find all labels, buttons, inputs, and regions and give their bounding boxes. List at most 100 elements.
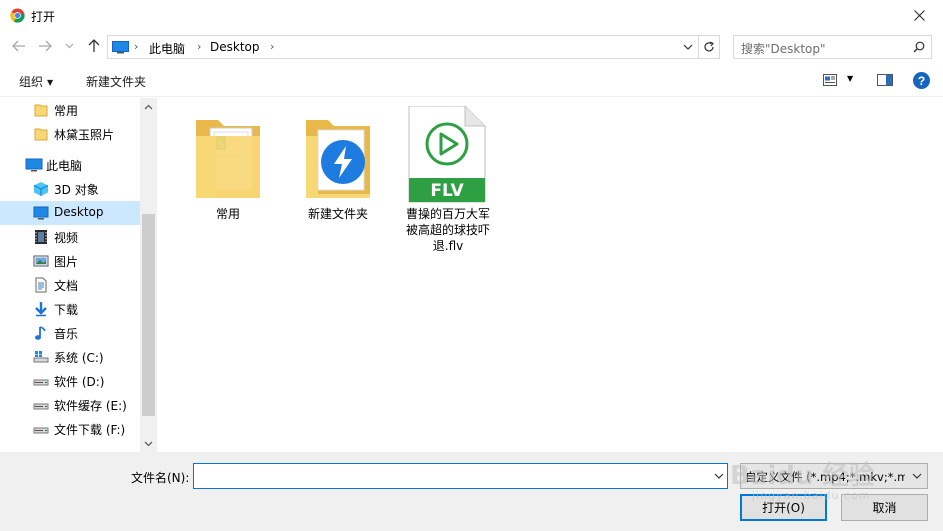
arrow-left-icon xyxy=(12,40,25,52)
navigation-pane: 文件下载 (F:) 软件缓存 (E:) 软件 (D:) 系统 (C:) 音乐 下载 文档 图片… xyxy=(0,98,157,452)
documents-icon xyxy=(33,277,49,293)
desktop-icon xyxy=(33,205,49,221)
view-options-caret-icon[interactable]: ▼ xyxy=(847,74,853,83)
sidebar-item[interactable]: 图片 xyxy=(0,249,140,273)
sidebar-item-label: 3D 对象 xyxy=(54,183,99,197)
chevron-down-icon[interactable] xyxy=(714,469,724,483)
sidebar-item[interactable]: 软件 (D:) xyxy=(0,369,140,393)
window-title: 打开 xyxy=(31,10,56,24)
filename-label: 文件名(N): xyxy=(131,471,190,485)
organize-label: 组织 xyxy=(19,75,44,89)
sidebar-item-label: 软件缓存 (E:) xyxy=(54,399,127,413)
chevron-up-icon xyxy=(144,104,153,109)
cancel-button[interactable]: 取消 xyxy=(841,494,928,521)
drive-icon xyxy=(33,397,49,413)
drive-icon xyxy=(33,373,49,389)
file-name-line-2: 被高超的球技吓 xyxy=(405,223,490,237)
breadcrumb-separator: › xyxy=(197,40,202,53)
view-mode-icon[interactable] xyxy=(823,74,837,86)
folder-with-app-icon xyxy=(306,120,370,198)
file-item-folder[interactable]: 新建文件夹 xyxy=(288,106,388,222)
sidebar-item-label: 常用 xyxy=(54,104,79,118)
sidebar-item-label: 文件下载 (F:) xyxy=(54,423,126,437)
close-icon xyxy=(913,9,925,21)
up-button[interactable] xyxy=(85,37,103,55)
sidebar-item-label: 音乐 xyxy=(54,327,79,341)
help-button[interactable]: ? xyxy=(913,72,930,89)
sidebar-item[interactable]: 文件下载 (F:) xyxy=(0,417,140,441)
recent-locations-button[interactable] xyxy=(62,37,76,55)
sidebar-item-label: 林黛玉照片 xyxy=(54,128,115,142)
command-bar: 组织 ▼ 新建文件夹 ▼ ? xyxy=(0,64,943,97)
sidebar-item[interactable]: 视频 xyxy=(0,225,140,249)
close-button[interactable] xyxy=(900,4,938,26)
sidebar-item[interactable]: 软件缓存 (E:) xyxy=(0,393,140,417)
sidebar-item-label: 视频 xyxy=(54,231,79,245)
scroll-thumb[interactable] xyxy=(142,214,155,416)
filetype-select[interactable]: 自定义文件 (*.mp4;*.mkv;*.mkv xyxy=(740,463,928,489)
search-icon xyxy=(913,41,925,53)
scroll-down-button[interactable] xyxy=(140,435,157,452)
open-button[interactable]: 打开(O) xyxy=(740,494,827,521)
refresh-button[interactable] xyxy=(699,35,720,59)
file-item-folder[interactable]: S 常用 xyxy=(178,106,278,222)
sidebar-item[interactable]: Desktop xyxy=(0,201,140,225)
breadcrumb-separator: › xyxy=(270,40,275,53)
music-icon xyxy=(33,325,49,341)
file-name: 常用 xyxy=(215,207,240,221)
sidebar-item-label: 文档 xyxy=(54,279,79,293)
title-bar: 打开 xyxy=(0,0,943,31)
new-folder-button[interactable]: 新建文件夹 xyxy=(86,73,146,90)
arrow-right-icon xyxy=(39,40,52,52)
sidebar-item[interactable]: 下载 xyxy=(0,297,140,321)
breadcrumb-desktop[interactable]: Desktop xyxy=(210,40,260,54)
sidebar-item[interactable]: 3D 对象 xyxy=(0,177,140,201)
computer-icon xyxy=(25,157,43,173)
arrow-up-icon xyxy=(88,39,100,52)
pictures-icon xyxy=(33,253,49,269)
refresh-icon xyxy=(704,41,714,52)
sidebar-item-label: 软件 (D:) xyxy=(54,375,105,389)
sidebar-item-label: 系统 (C:) xyxy=(54,351,104,365)
question-mark-icon: ? xyxy=(917,73,926,88)
sidebar-item[interactable]: 林黛玉照片 xyxy=(0,122,140,146)
forward-button[interactable] xyxy=(36,37,54,55)
chevron-down-icon xyxy=(912,473,922,479)
sidebar-item[interactable]: 系统 (C:) xyxy=(0,345,140,369)
breadcrumb-this-pc[interactable]: 此电脑 xyxy=(149,40,185,57)
file-name-line-1: 曹操的百万大军 xyxy=(405,207,490,221)
sidebar-scrollbar[interactable] xyxy=(140,98,157,452)
file-name: 新建文件夹 xyxy=(307,207,368,221)
caret-down-icon: ▼ xyxy=(47,78,54,87)
file-item-video[interactable]: FLV 曹操的百万大军 被高超的球技吓 退.flv xyxy=(398,105,498,254)
flv-badge: FLV xyxy=(430,181,464,201)
chrome-icon xyxy=(10,8,25,23)
folder-icon xyxy=(33,102,49,118)
sidebar-item[interactable]: 此电脑 xyxy=(0,153,140,177)
address-bar[interactable]: › 此电脑 › Desktop › xyxy=(107,35,699,59)
sidebar-item[interactable]: 常用 xyxy=(0,98,140,122)
filename-input[interactable] xyxy=(193,463,728,489)
address-history-dropdown[interactable] xyxy=(680,40,696,54)
preview-pane-icon[interactable] xyxy=(877,74,893,86)
flv-file-icon: FLV xyxy=(408,105,486,203)
back-button[interactable] xyxy=(10,37,28,55)
computer-icon xyxy=(112,41,129,54)
search-box[interactable]: 搜索"Desktop" xyxy=(733,35,932,59)
navigation-bar: › 此电脑 › Desktop › 搜索"Desktop" xyxy=(0,33,943,61)
chevron-down-icon xyxy=(65,43,73,49)
organize-menu[interactable]: 组织 ▼ xyxy=(19,73,53,90)
system-drive-icon xyxy=(33,349,49,365)
sidebar-item-label: 下载 xyxy=(54,303,79,317)
scroll-up-button[interactable] xyxy=(140,98,157,115)
filetype-value: 自定义文件 (*.mp4;*.mkv;*.mkv xyxy=(745,470,905,484)
sidebar-item[interactable]: 音乐 xyxy=(0,321,140,345)
chevron-down-icon xyxy=(144,441,153,446)
sidebar-item-label: 图片 xyxy=(54,255,79,269)
sidebar-item[interactable]: 文档 xyxy=(0,273,140,297)
file-selection-panel: 文件名(N): 自定义文件 (*.mp4;*.mkv;*.mkv 打开(O) 取… xyxy=(0,452,943,531)
search-placeholder: 搜索"Desktop" xyxy=(741,42,826,56)
sidebar-item-label: 此电脑 xyxy=(46,159,83,173)
folder-icon xyxy=(33,126,49,142)
file-name-line-3: 退.flv xyxy=(432,239,464,253)
